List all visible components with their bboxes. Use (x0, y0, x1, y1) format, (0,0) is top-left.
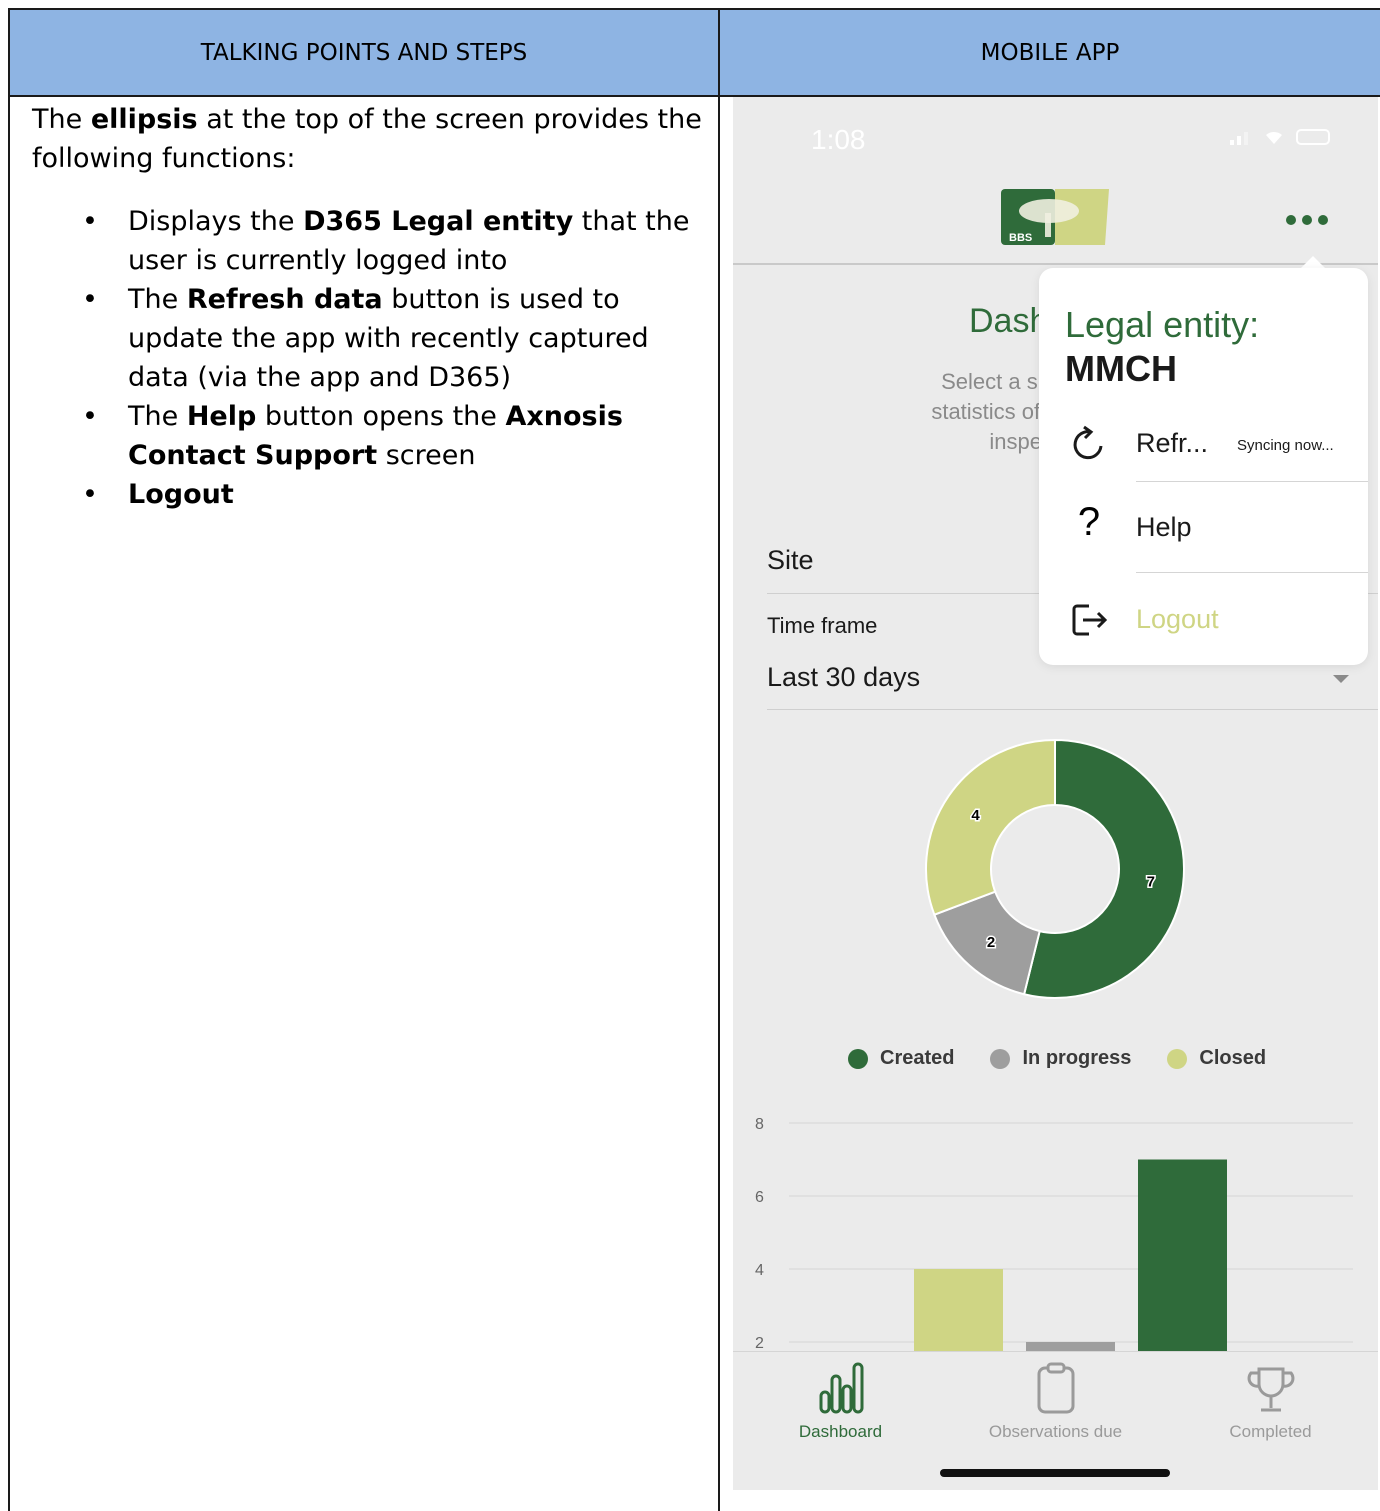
bar-created[interactable] (1138, 1159, 1227, 1358)
legend-in-progress[interactable]: In progress (990, 1047, 1131, 1070)
menu-divider (1136, 481, 1368, 482)
tab-dashboard[interactable]: Dashboard (733, 1352, 948, 1442)
sync-status: Syncing now... (1237, 437, 1334, 454)
y-tick-label: 8 (755, 1116, 764, 1133)
header-talking-points: TALKING POINTS AND STEPS (10, 10, 718, 95)
menu-arrow (1301, 256, 1325, 268)
help-button[interactable]: ? Help (1039, 488, 1368, 568)
bar-chart: 8 6 4 2 (755, 1116, 1353, 1358)
trophy-icon (1163, 1358, 1378, 1414)
question-mark-icon: ? (1077, 500, 1101, 544)
intro-paragraph: The ellipsis at the top of the screen pr… (32, 104, 702, 174)
tab-completed[interactable]: Completed (1163, 1352, 1378, 1442)
menu-divider (1136, 572, 1368, 573)
table-middle-border (718, 8, 720, 1511)
table-left-border (8, 8, 10, 1511)
home-indicator (940, 1469, 1170, 1477)
donut-data-label: 4 (971, 807, 980, 824)
refresh-data-button[interactable]: Refr... Syncing now... (1039, 404, 1368, 484)
ellipsis-menu-button[interactable] (1286, 215, 1328, 225)
list-item: The Help button opens the Axnosis Contac… (32, 397, 712, 475)
list-item: The Refresh data button is used to updat… (32, 280, 712, 397)
logout-icon (1069, 600, 1109, 640)
header-mobile-app: MOBILE APP (720, 10, 1380, 95)
chevron-down-icon[interactable] (1333, 675, 1349, 683)
wifi-icon (1264, 129, 1284, 145)
status-time: 1:08 (811, 124, 866, 155)
bbs-logo: BBS (1001, 189, 1109, 249)
talking-points-content: The ellipsis at the top of the screen pr… (32, 100, 712, 514)
svg-text:BBS: BBS (1009, 232, 1032, 244)
legend-created[interactable]: Created (848, 1047, 954, 1070)
ellipsis-popup-menu: Legal entity: MMCH Refr... Syncing now..… (1039, 268, 1368, 665)
clipboard-icon (948, 1358, 1163, 1414)
timeframe-select[interactable]: Last 30 days (767, 662, 920, 693)
document-table: TALKING POINTS AND STEPS MOBILE APP The … (0, 0, 1380, 1511)
site-field[interactable]: Site (767, 545, 814, 576)
donut-data-label: 7 (1147, 874, 1155, 891)
tab-observations-due[interactable]: Observations due (948, 1352, 1163, 1442)
mobile-app-screenshot: 1:08 BBS Dash Select a si (733, 97, 1378, 1490)
y-tick-label: 2 (755, 1335, 764, 1352)
legend-closed[interactable]: Closed (1167, 1047, 1266, 1070)
y-tick-label: 4 (755, 1262, 764, 1279)
bar-closed[interactable] (914, 1269, 1003, 1357)
signal-icon (1230, 129, 1252, 145)
chart-legend: Created In progress Closed (848, 1047, 1266, 1070)
logout-button[interactable]: Logout (1039, 580, 1368, 660)
legal-entity-label: Legal entity: (1065, 304, 1260, 345)
battery-icon (1296, 129, 1330, 145)
legal-entity-value: MMCH (1065, 348, 1177, 389)
y-tick-label: 6 (755, 1189, 764, 1206)
app-header: 1:08 BBS (733, 97, 1378, 265)
dashboard-title: Dash (969, 302, 1049, 340)
timeframe-label: Time frame (767, 613, 878, 638)
bar-chart-icon (733, 1358, 948, 1414)
list-item: Logout (32, 475, 712, 514)
refresh-icon (1069, 424, 1109, 464)
divider (767, 709, 1378, 710)
functions-list: Displays the D365 Legal entity that the … (32, 202, 712, 514)
list-item: Displays the D365 Legal entity that the … (32, 202, 712, 280)
donut-data-label: 2 (987, 934, 995, 951)
donut-chart: 7 2 4 (925, 738, 1185, 999)
status-icons (1230, 129, 1330, 145)
donut-slice-closed[interactable] (925, 738, 1056, 917)
